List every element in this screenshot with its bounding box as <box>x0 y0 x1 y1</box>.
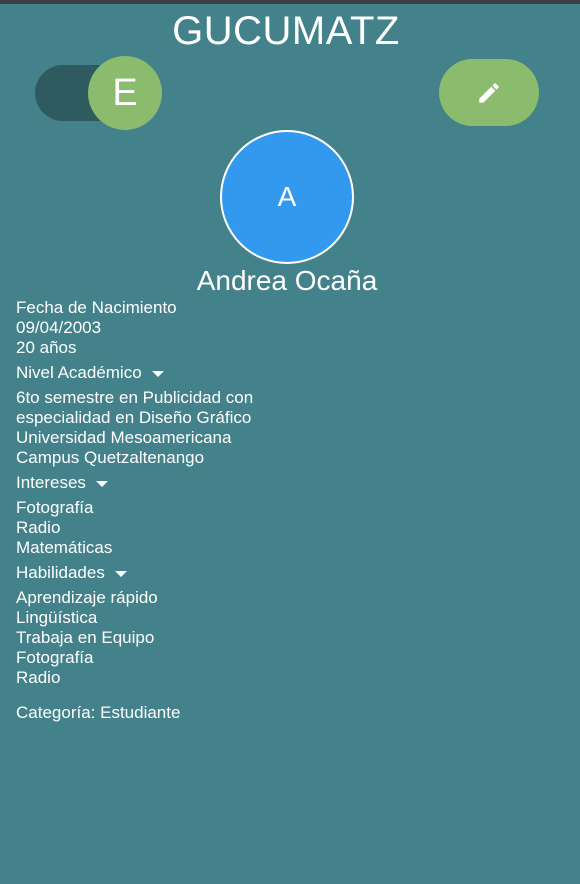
skills-label: Habilidades <box>16 563 105 582</box>
profile-details: Fecha de Nacimiento 09/04/2003 20 años N… <box>16 298 556 723</box>
interest-item: Matemáticas <box>16 538 113 557</box>
profile-name: Andrea Ocaña <box>196 265 378 296</box>
skill-item: Aprendizaje rápido <box>16 588 158 607</box>
skill-item: Lingüística <box>16 608 98 627</box>
skill-item: Fotografía <box>16 648 94 667</box>
switch-thumb[interactable]: E <box>88 56 162 130</box>
avatar[interactable]: A <box>220 130 354 264</box>
academic-line: Universidad Mesoamericana <box>16 428 232 447</box>
age: 20 años <box>16 338 77 357</box>
birth-date: 09/04/2003 <box>16 318 102 337</box>
academic-label: Nivel Académico <box>16 363 142 382</box>
edit-button[interactable] <box>439 59 539 126</box>
caret-down-icon <box>151 371 164 377</box>
pencil-icon <box>479 82 499 103</box>
interests-dropdown[interactable]: Intereses <box>16 473 108 493</box>
switch-thumb-letter: E <box>112 71 138 114</box>
caret-down-icon <box>95 481 108 487</box>
academic-dropdown[interactable]: Nivel Académico <box>16 363 164 383</box>
avatar-letter: A <box>277 181 297 212</box>
top-status-strip <box>0 0 580 4</box>
skills-dropdown[interactable]: Habilidades <box>16 563 127 583</box>
academic-line: Campus Quetzaltenango <box>16 448 205 467</box>
birth-label: Fecha de Nacimiento <box>16 298 177 317</box>
interest-item: Radio <box>16 518 61 537</box>
skill-item: Trabaja en Equipo <box>16 628 155 647</box>
interest-item: Fotografía <box>16 498 94 517</box>
category-text: Categoría: Estudiante <box>16 703 181 722</box>
academic-line: especialidad en Diseño Gráfico <box>16 408 252 427</box>
academic-line: 6to semestre en Publicidad con <box>16 388 254 407</box>
caret-down-icon <box>114 571 127 577</box>
skill-item: Radio <box>16 668 61 687</box>
mode-toggle-switch[interactable]: E <box>35 56 162 130</box>
interests-label: Intereses <box>16 473 86 492</box>
app-title: GUCUMATZ <box>172 9 400 53</box>
